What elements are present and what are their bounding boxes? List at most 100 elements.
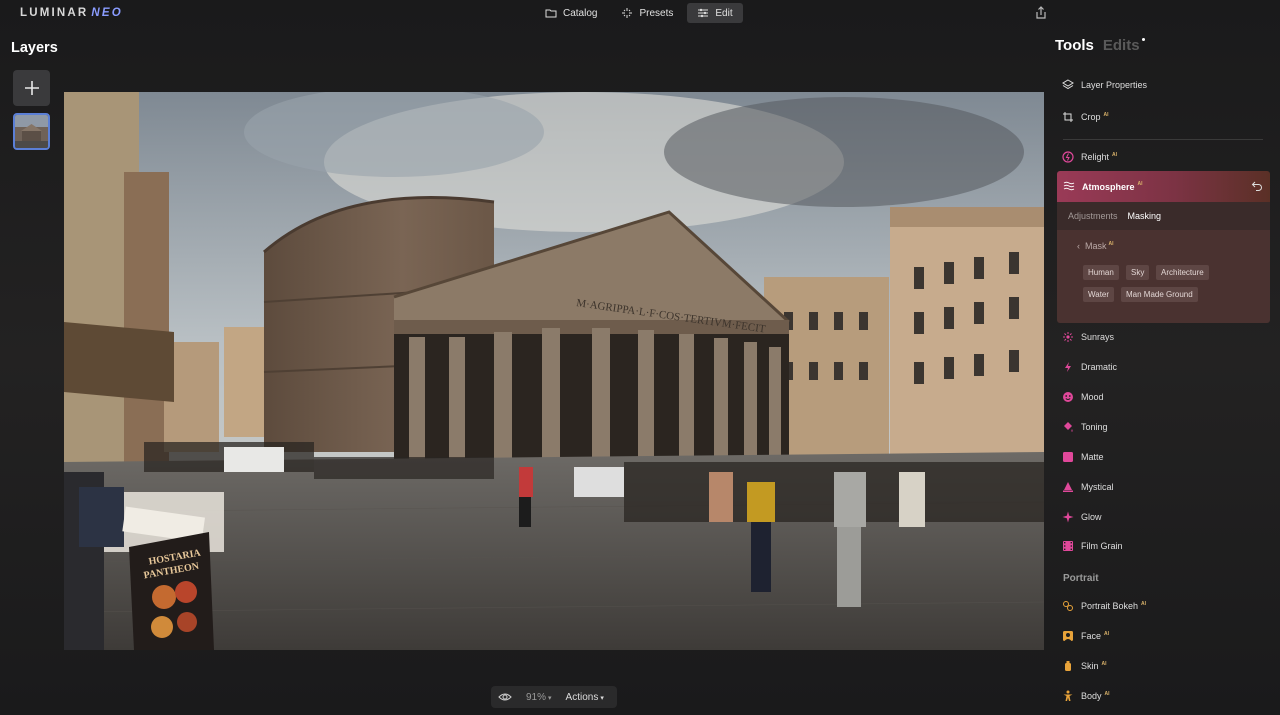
glow-icon [1062, 511, 1074, 523]
zoom-dropdown[interactable]: 91% ▾ [526, 692, 552, 703]
tool-glow[interactable]: Glow [1062, 509, 1102, 525]
tool-film-grain[interactable]: Film Grain [1062, 538, 1123, 554]
tool-toning[interactable]: Toning [1062, 419, 1108, 435]
body-icon [1062, 690, 1074, 702]
tab-masking[interactable]: Masking [1128, 211, 1162, 221]
layer-thumbnail-image [15, 115, 48, 148]
matte-icon [1062, 451, 1074, 463]
bokeh-icon [1062, 600, 1074, 612]
tool-label: Film Grain [1081, 541, 1123, 551]
masking-body: ‹ Mask AI Human Sky Architecture Water M… [1057, 230, 1270, 323]
mask-back-row[interactable]: ‹ Mask AI [1077, 240, 1114, 252]
tool-matte[interactable]: Matte [1062, 449, 1104, 465]
mask-chip-man-made-ground[interactable]: Man Made Ground [1121, 287, 1198, 302]
face-icon [1062, 630, 1074, 642]
tab-edits[interactable]: Edits [1102, 37, 1145, 54]
chevron-down-icon: ▾ [600, 694, 604, 702]
film-grain-icon [1062, 540, 1074, 552]
catalog-label: Catalog [563, 7, 598, 19]
tool-label: Matte [1081, 452, 1104, 462]
tool-label: Mystical [1081, 482, 1114, 492]
view-toolbar: 91% ▾ Actions ▾ [491, 686, 617, 708]
mask-label: Mask [1085, 241, 1107, 251]
mode-switcher: Catalog Presets Edit [535, 3, 743, 23]
sparkle-icon [622, 8, 633, 18]
tool-crop[interactable]: Crop AI [1062, 109, 1109, 125]
mask-chip-sky[interactable]: Sky [1126, 265, 1150, 280]
undo-icon[interactable] [1251, 180, 1263, 192]
tool-label: Skin [1081, 661, 1099, 671]
tool-portrait-bokeh[interactable]: Portrait Bokeh AI [1062, 598, 1146, 614]
eye-icon[interactable] [498, 690, 512, 704]
tool-mood[interactable]: Mood [1062, 389, 1104, 405]
tool-relight[interactable]: Relight AI [1062, 149, 1117, 165]
tool-face[interactable]: Face AI [1062, 628, 1109, 644]
ai-badge: AI [1137, 181, 1143, 187]
tool-label: Atmosphere [1082, 181, 1135, 192]
tool-body[interactable]: Body AI [1062, 688, 1110, 704]
edit-label: Edit [715, 7, 733, 19]
section-portrait: Portrait [1063, 573, 1099, 584]
toning-icon [1062, 421, 1074, 433]
presets-label: Presets [639, 7, 674, 19]
mood-icon [1062, 391, 1074, 403]
actions-label: Actions [565, 691, 599, 703]
tool-label: Portrait Bokeh [1081, 601, 1139, 611]
tab-adjustments[interactable]: Adjustments [1068, 211, 1118, 221]
sunrays-icon [1062, 331, 1074, 343]
actions-dropdown[interactable]: Actions ▾ [566, 692, 604, 703]
tool-sunrays[interactable]: Sunrays [1062, 329, 1114, 345]
edits-indicator-dot [1141, 38, 1145, 41]
chevron-down-icon: ▾ [548, 694, 552, 702]
tool-label: Face [1081, 631, 1102, 641]
catalog-button[interactable]: Catalog [535, 3, 607, 23]
presets-button[interactable]: Presets [611, 3, 683, 23]
mystical-icon [1062, 481, 1074, 493]
folder-icon [545, 9, 557, 18]
tool-dramatic[interactable]: Dramatic [1062, 359, 1117, 375]
layers-title: Layers [11, 40, 58, 56]
tool-label: Dramatic [1081, 362, 1118, 372]
ai-badge: AI [1103, 111, 1109, 118]
ai-badge: AI [1112, 151, 1118, 158]
chevron-left-icon: ‹ [1077, 241, 1080, 251]
tool-mystical[interactable]: Mystical [1062, 479, 1114, 495]
tab-edits-label: Edits [1102, 37, 1140, 54]
tool-skin[interactable]: Skin AI [1062, 658, 1107, 674]
plus-icon [24, 81, 39, 95]
atmosphere-icon [1063, 180, 1075, 194]
share-icon[interactable] [1033, 5, 1049, 21]
mask-chip-architecture[interactable]: Architecture [1156, 265, 1209, 280]
panel-tabs: Tools Edits [1055, 37, 1145, 54]
tool-layer-properties[interactable]: Layer Properties [1062, 77, 1147, 93]
tool-label: Toning [1081, 422, 1108, 432]
layer-thumbnail[interactable] [13, 113, 50, 150]
mask-chip-water[interactable]: Water [1083, 287, 1115, 302]
ai-badge: AI [1108, 240, 1114, 247]
pantheon-photo: M·AGRIPPA·L·F·COS·TERTIVM·FECIT HOSTARIA… [64, 92, 1044, 650]
dramatic-icon [1062, 361, 1074, 373]
tool-atmosphere[interactable]: Atmosphere AI [1057, 171, 1270, 202]
relight-icon [1062, 151, 1074, 163]
add-layer-button[interactable] [13, 70, 50, 106]
layers-icon [1062, 79, 1074, 91]
mask-chip-human[interactable]: Human [1083, 265, 1119, 280]
ai-badge: AI [1104, 690, 1110, 697]
edit-button[interactable]: Edit [687, 3, 743, 23]
tool-label: Layer Properties [1081, 80, 1148, 90]
atmosphere-subtabs: Adjustments Masking [1057, 202, 1270, 230]
atmosphere-panel: Atmosphere AI Adjustments Masking ‹ Mask… [1057, 171, 1270, 323]
tab-tools[interactable]: Tools [1055, 37, 1094, 54]
tool-label: Relight [1081, 152, 1110, 162]
ai-badge: AI [1141, 600, 1147, 607]
zoom-value: 91% [526, 691, 547, 703]
tool-label: Sunrays [1081, 332, 1115, 342]
tool-label: Body [1081, 691, 1102, 701]
crop-icon [1062, 111, 1074, 123]
tool-label: Glow [1081, 512, 1102, 522]
skin-icon [1062, 660, 1074, 672]
section-divider [1063, 139, 1263, 140]
main-photo[interactable]: M·AGRIPPA·L·F·COS·TERTIVM·FECIT HOSTARIA… [64, 92, 1044, 650]
tool-label: Mood [1081, 392, 1104, 402]
ai-badge: AI [1101, 660, 1107, 667]
